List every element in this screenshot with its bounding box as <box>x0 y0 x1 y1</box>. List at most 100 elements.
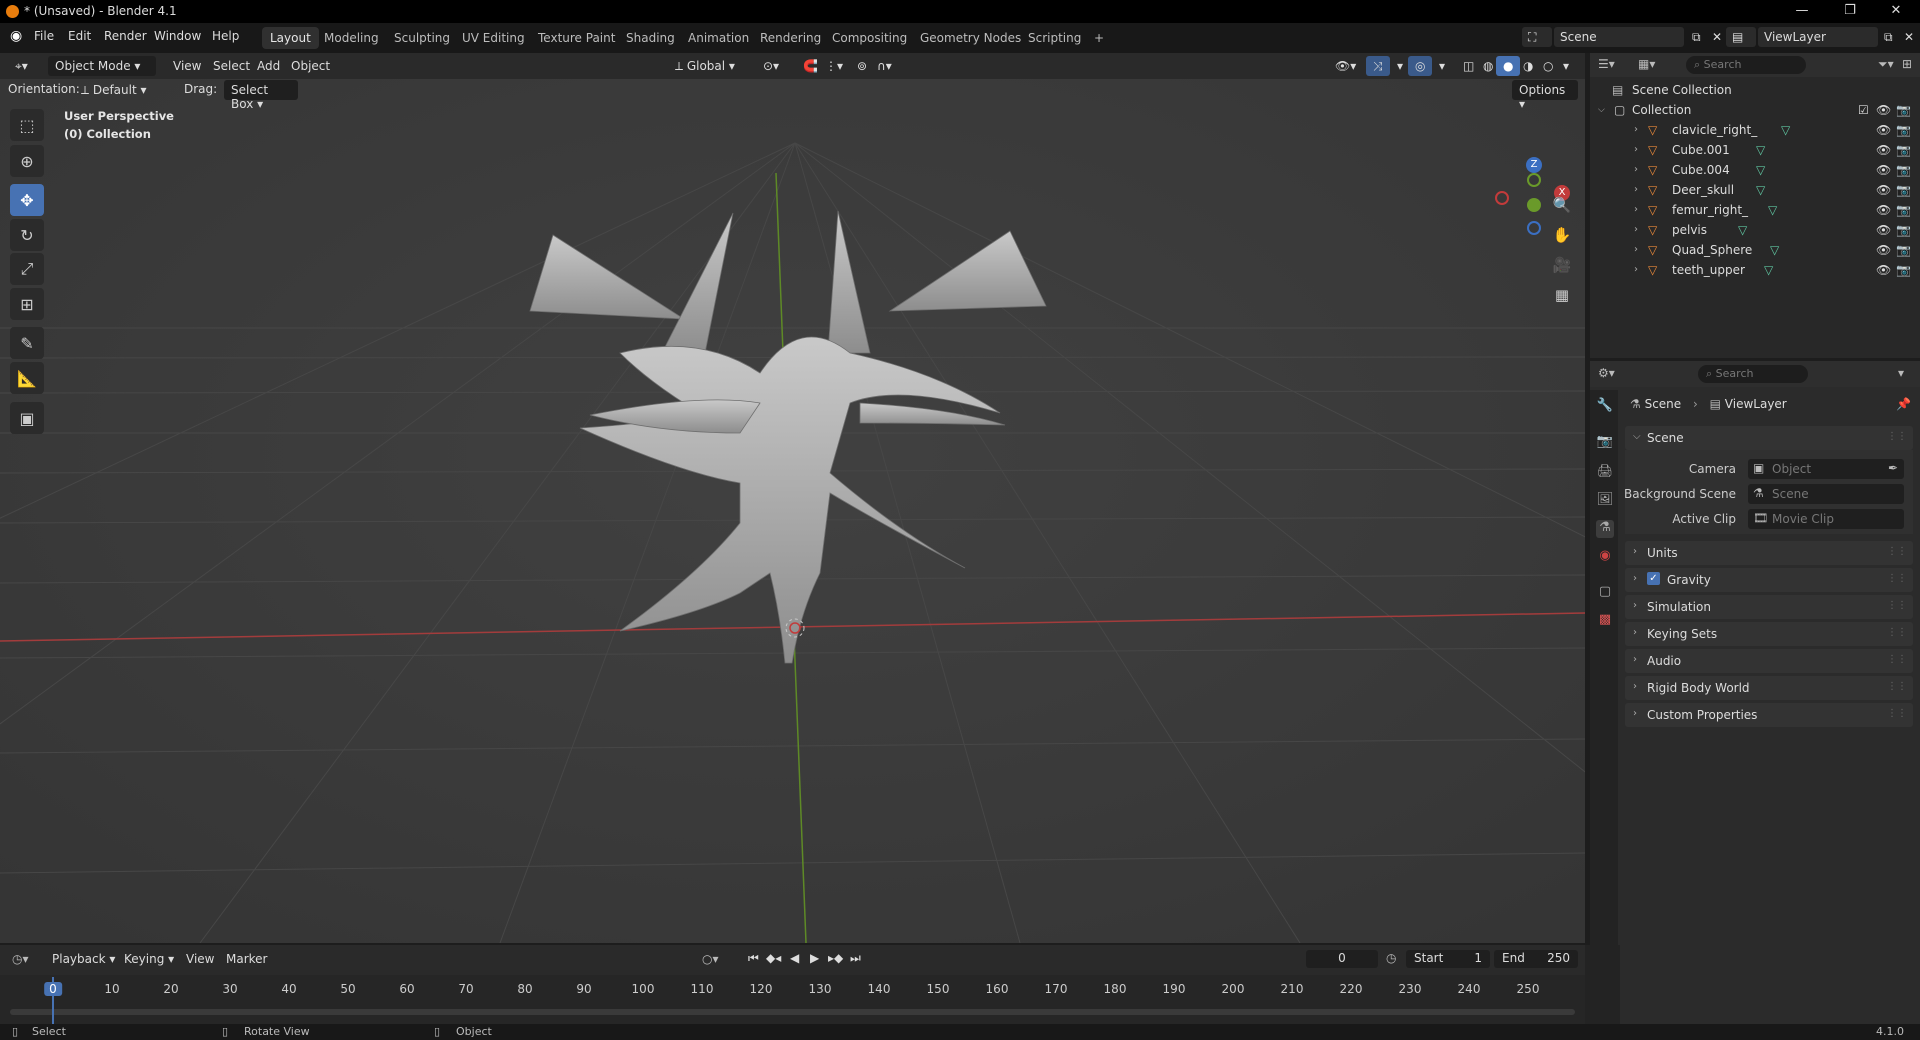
new-scene-icon[interactable]: ⧉ <box>1686 27 1706 47</box>
scene-browse-icon[interactable]: ⛶ <box>1522 27 1552 47</box>
close-button[interactable]: ✕ <box>1886 3 1906 18</box>
render-camera-icon[interactable]: 📷 <box>1896 103 1911 117</box>
render-camera-icon[interactable]: 📷 <box>1896 263 1911 277</box>
timeline-view-menu[interactable]: View <box>186 952 214 966</box>
marker-menu[interactable]: Marker <box>226 952 267 966</box>
menu-view[interactable]: View <box>166 56 208 76</box>
gizmo-neg-z-axis[interactable] <box>1527 221 1541 235</box>
panel-header-gravity[interactable]: › ✓ Gravity ⋮⋮ <box>1625 568 1913 592</box>
visibility-eye-icon[interactable]: 👁 <box>1876 263 1891 277</box>
overlay-toggle-icon[interactable]: ◎ <box>1408 56 1433 76</box>
expand-chevron-icon[interactable]: › <box>1634 124 1638 135</box>
properties-search-input[interactable]: ⌕ Search <box>1698 365 1808 383</box>
pivot-point-icon[interactable]: ⊙▾ <box>756 56 786 76</box>
tab-animation[interactable]: Animation <box>680 27 757 49</box>
pan-hand-icon[interactable]: ✋ <box>1548 221 1576 249</box>
filter-icon[interactable]: ⏷▾ <box>1878 57 1894 72</box>
tab-texture-paint[interactable]: Texture Paint <box>530 27 623 49</box>
scene-panel-header[interactable]: ⌵ Scene ⋮⋮ <box>1625 426 1913 450</box>
gizmo-z-axis[interactable]: Z <box>1526 157 1542 173</box>
render-camera-icon[interactable]: 📷 <box>1896 163 1911 177</box>
gizmo-neg-y-axis[interactable] <box>1527 173 1541 187</box>
gizmo-y-axis[interactable] <box>1527 198 1541 212</box>
end-frame-field[interactable]: End 250 <box>1494 950 1578 968</box>
properties-options-icon[interactable]: ▾ <box>1898 366 1904 380</box>
blender-menu-icon[interactable]: ◉ <box>10 28 22 44</box>
panel-header-custom-properties[interactable]: › Custom Properties ⋮⋮ <box>1625 703 1913 727</box>
timeline-scrollbar[interactable] <box>10 1009 1575 1015</box>
properties-editor-type-icon[interactable]: ⚙▾ <box>1598 366 1615 380</box>
play-icon[interactable]: ▶ <box>810 951 819 965</box>
collection-row[interactable]: ⌵ ▢ Collection ☑ 👁 📷 <box>1590 100 1920 120</box>
drag-grip-icon[interactable]: ⋮⋮ <box>1887 600 1907 611</box>
new-viewlayer-icon[interactable]: ⧉ <box>1878 27 1898 47</box>
transform-orientation-dropdown[interactable]: ⟂ Global ▾ <box>668 56 746 76</box>
expand-chevron-icon[interactable]: › <box>1634 244 1638 255</box>
tab-compositing[interactable]: Compositing <box>824 27 915 49</box>
tab-modeling[interactable]: Modeling <box>316 27 387 49</box>
visibility-eye-icon[interactable]: 👁 <box>1876 163 1891 177</box>
expand-chevron-icon[interactable]: › <box>1634 184 1638 195</box>
world-tab-icon[interactable]: ◉ <box>1596 548 1614 566</box>
camera-view-icon[interactable]: 🎥 <box>1548 251 1576 279</box>
gravity-checkbox[interactable]: ✓ <box>1647 572 1660 585</box>
visibility-eye-icon[interactable]: 👁 <box>1876 203 1891 217</box>
drag-grip-icon[interactable]: ⋮⋮ <box>1887 708 1907 719</box>
eyedropper-icon[interactable]: ✒ <box>1888 461 1898 475</box>
preview-range-icon[interactable]: ◷ <box>1386 951 1396 965</box>
drag-grip-icon[interactable]: ⋮⋮ <box>1887 681 1907 692</box>
display-mode-icon[interactable]: ▦▾ <box>1638 57 1655 71</box>
visibility-eye-icon[interactable]: 👁 <box>1876 143 1891 157</box>
outliner-editor-type-icon[interactable]: ☰▾ <box>1598 57 1615 71</box>
prev-keyframe-icon[interactable]: ◆◂ <box>766 951 781 965</box>
tab-rendering[interactable]: Rendering <box>752 27 829 49</box>
viewlayer-browse-icon[interactable]: ▤ <box>1726 27 1756 47</box>
panel-header-simulation[interactable]: › Simulation ⋮⋮ <box>1625 595 1913 619</box>
outliner-object-row[interactable]: › ▽ pelvis ▽ 👁 📷 <box>1590 220 1920 240</box>
tab-geometry-nodes[interactable]: Geometry Nodes <box>912 27 1029 49</box>
panel-header-audio[interactable]: › Audio ⋮⋮ <box>1625 649 1913 673</box>
outliner-object-row[interactable]: › ▽ Quad_Sphere ▽ 👁 📷 <box>1590 240 1920 260</box>
pin-icon[interactable]: 📌 <box>1896 397 1911 411</box>
menu-help[interactable]: Help <box>212 29 239 43</box>
timeline-editor-type-icon[interactable]: ◷▾ <box>12 952 29 966</box>
auto-keying-icon[interactable]: ○▾ <box>702 952 719 966</box>
zoom-icon[interactable]: 🔍 <box>1548 191 1576 219</box>
menu-file[interactable]: File <box>34 29 54 43</box>
expand-chevron-icon[interactable]: › <box>1634 164 1638 175</box>
move-tool-icon[interactable]: ✥ <box>10 184 44 216</box>
expand-chevron-icon[interactable]: › <box>1634 224 1638 235</box>
expand-chevron-icon[interactable]: › <box>1634 144 1638 155</box>
drag-grip-icon[interactable]: ⋮⋮ <box>1887 654 1907 665</box>
new-collection-icon[interactable]: ⊞ <box>1902 57 1912 71</box>
render-camera-icon[interactable]: 📷 <box>1896 203 1911 217</box>
orientation-dropdown[interactable]: ⟂ Default ▾ <box>74 80 170 100</box>
background-scene-field[interactable]: Scene <box>1748 484 1904 504</box>
select-box-tool-icon[interactable]: ⬚ <box>10 109 44 141</box>
active-clip-field[interactable]: Movie Clip <box>1748 509 1904 529</box>
outliner-object-row[interactable]: › ▽ teeth_upper ▽ 👁 📷 <box>1590 260 1920 280</box>
playback-menu[interactable]: Playback ▾ <box>52 952 115 966</box>
expand-chevron-icon[interactable]: › <box>1634 204 1638 215</box>
render-camera-icon[interactable]: 📷 <box>1896 243 1911 257</box>
options-dropdown[interactable]: Options ▾ <box>1512 80 1578 111</box>
outliner-object-row[interactable]: › ▽ Cube.004 ▽ 👁 📷 <box>1590 160 1920 180</box>
annotate-tool-icon[interactable]: ✎ <box>10 327 44 359</box>
drag-dropdown[interactable]: Select Box ▾ <box>224 80 298 111</box>
panel-header-keying-sets[interactable]: › Keying Sets ⋮⋮ <box>1625 622 1913 646</box>
outliner-search-input[interactable]: ⌕ Search <box>1686 56 1806 74</box>
next-keyframe-icon[interactable]: ▸◆ <box>828 951 843 965</box>
perspective-grid-icon[interactable]: ▦ <box>1548 281 1576 309</box>
menu-window[interactable]: Window <box>154 29 201 43</box>
play-reverse-icon[interactable]: ◀ <box>790 951 799 965</box>
render-camera-icon[interactable]: 📷 <box>1896 223 1911 237</box>
start-frame-field[interactable]: Start 1 <box>1406 950 1490 968</box>
outliner-object-row[interactable]: › ▽ Cube.001 ▽ 👁 📷 <box>1590 140 1920 160</box>
scene-selector[interactable]: Scene <box>1554 27 1684 47</box>
shading-dropdown-icon[interactable]: ▾ <box>1556 56 1576 76</box>
menu-edit[interactable]: Edit <box>68 29 91 43</box>
render-camera-icon[interactable]: 📷 <box>1896 183 1911 197</box>
render-camera-icon[interactable]: 📷 <box>1896 143 1911 157</box>
exclude-checkbox-icon[interactable]: ☑ <box>1858 103 1869 117</box>
editor-type-icon[interactable]: ⌖▾ <box>8 56 35 76</box>
